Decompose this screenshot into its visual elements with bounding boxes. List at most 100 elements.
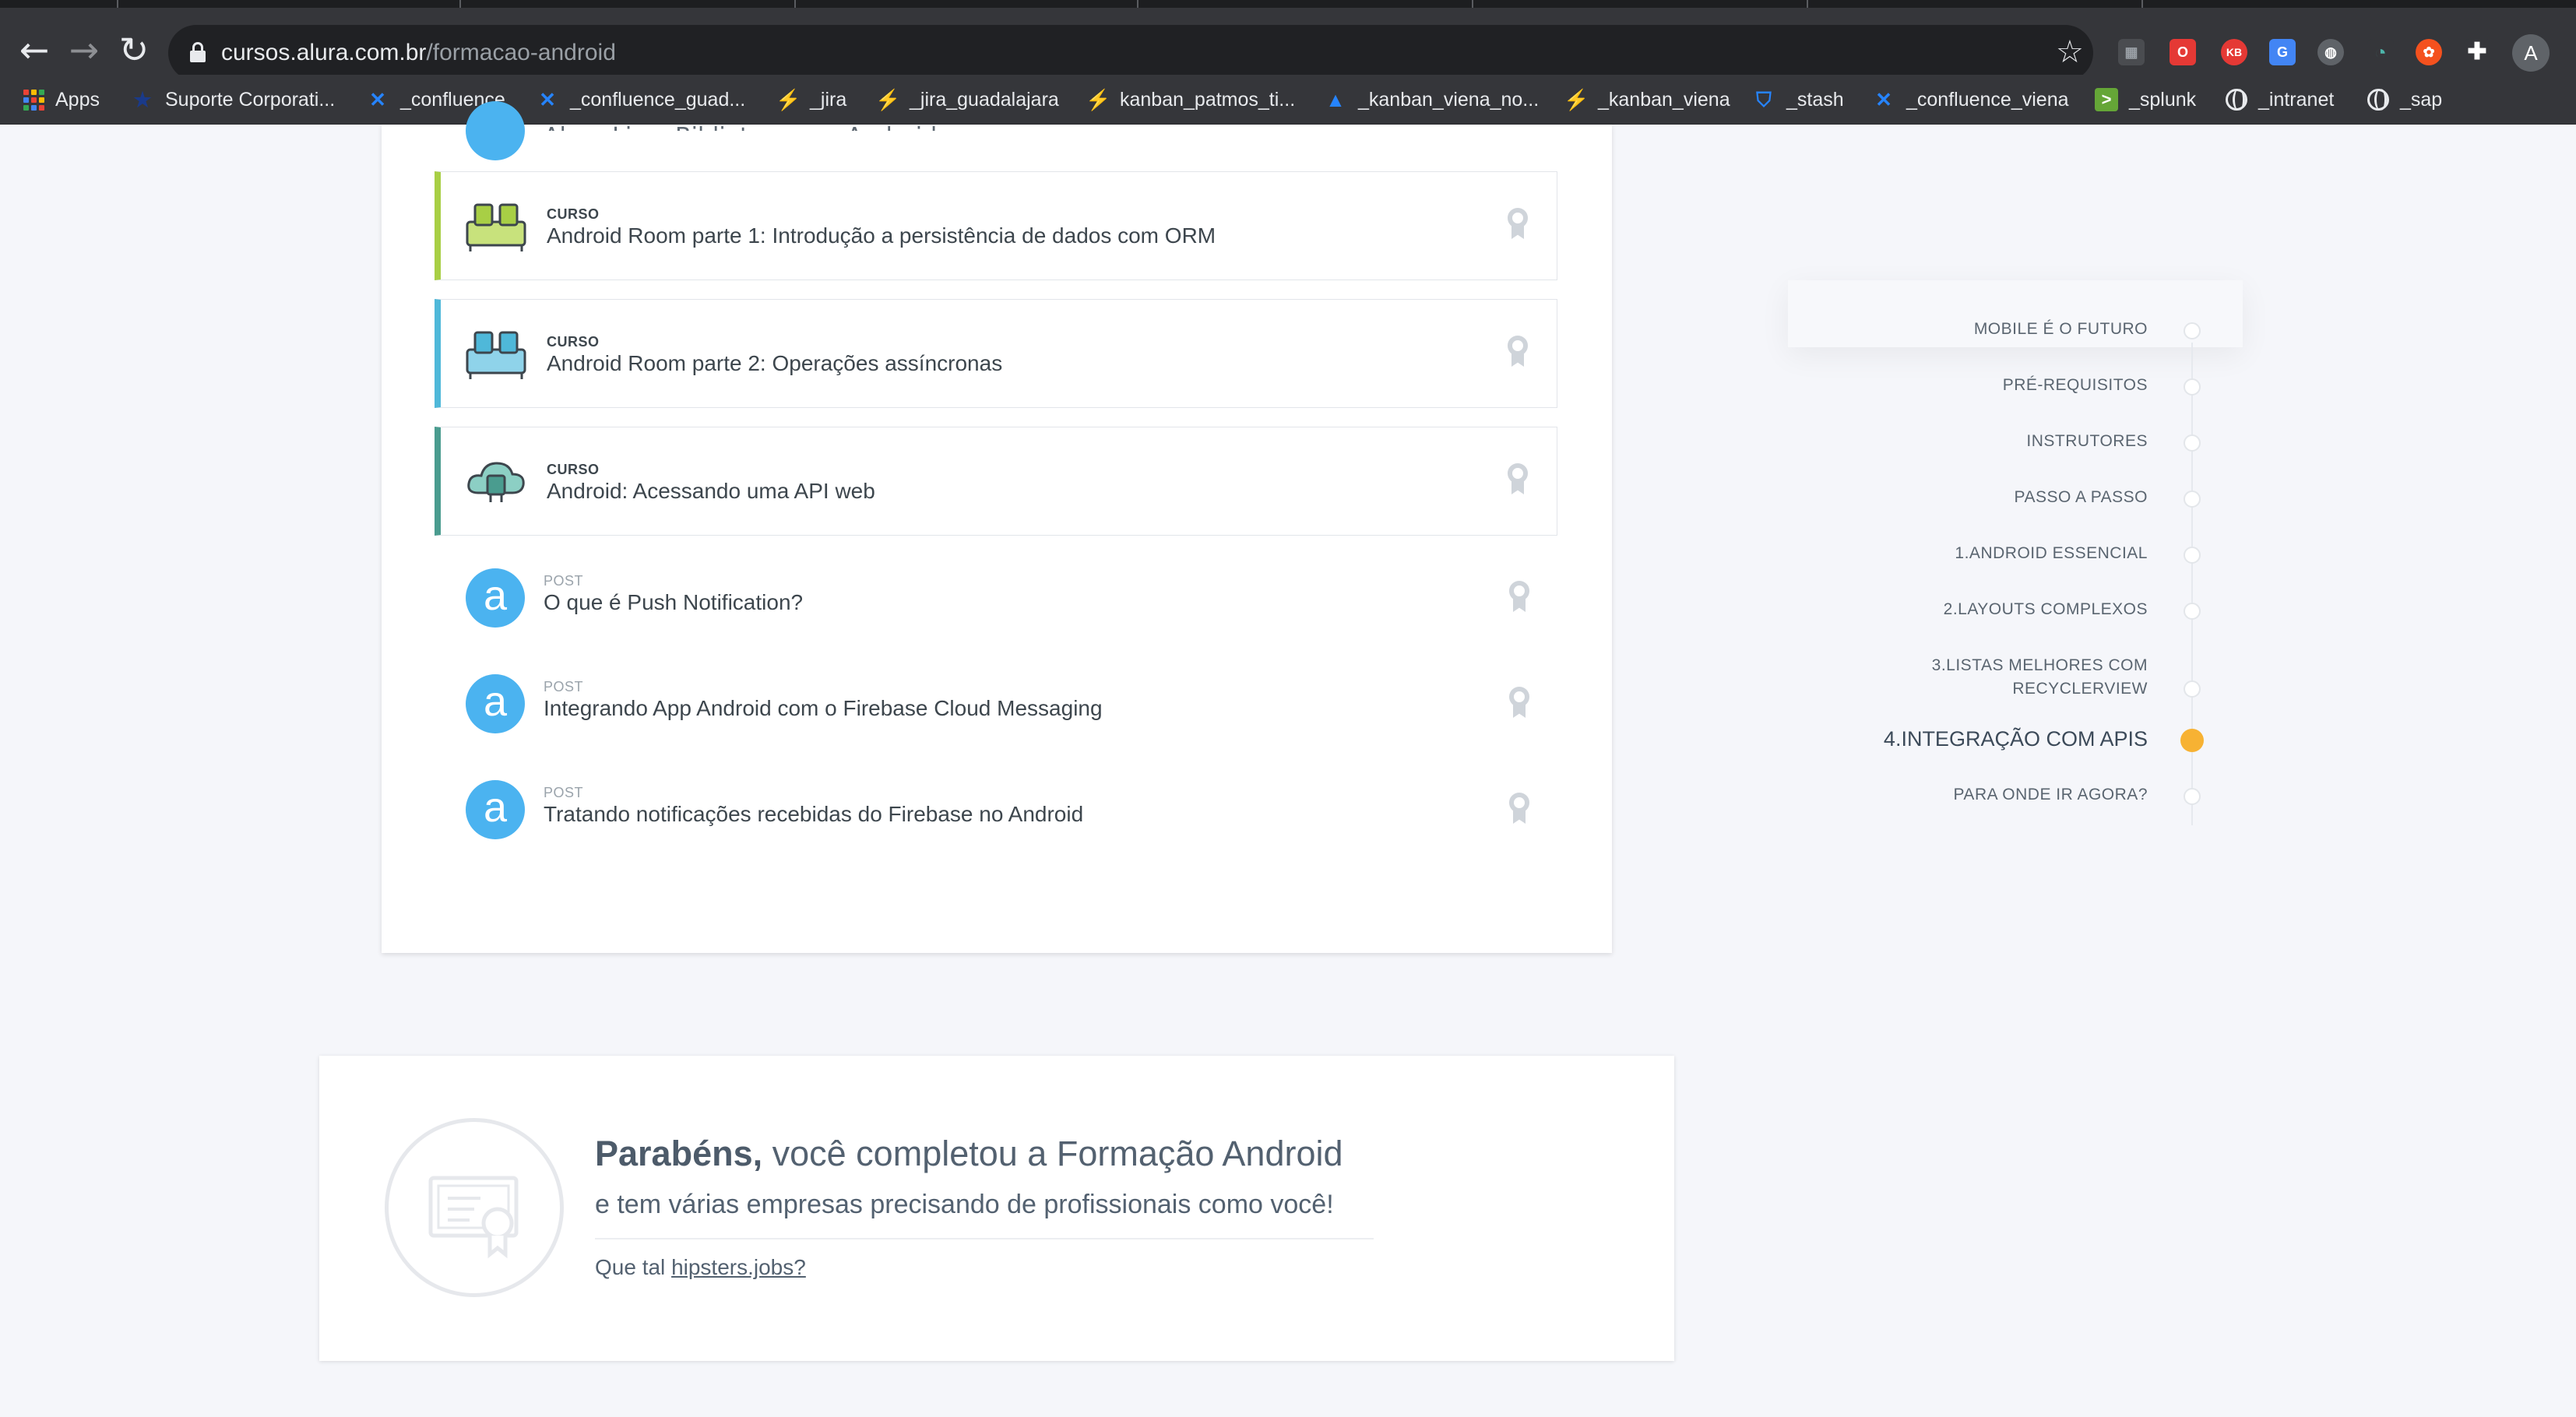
- timeline-dot[interactable]: [2184, 680, 2201, 698]
- url-text[interactable]: cursos.alura.com.br/formacao-android: [221, 37, 616, 69]
- course-item[interactable]: CURSO Android: Acessando uma API web: [435, 427, 1557, 536]
- bookmark-intranet[interactable]: _intranet: [2226, 86, 2334, 114]
- item-kind: CURSO: [547, 462, 600, 477]
- globe-icon: [2367, 89, 2389, 111]
- timeline-item-label-line2: RECYCLERVIEW: [2012, 680, 2148, 698]
- item-kind: CURSO: [547, 206, 600, 222]
- congrats-title: Parabéns, você completou a Formação Andr…: [595, 1134, 1343, 1174]
- hipsters-jobs-link[interactable]: hipsters.jobs?: [671, 1255, 806, 1279]
- alura-logo-icon: [466, 101, 525, 160]
- timeline-item-passo-a-passo[interactable]: PASSO A PASSO: [2015, 486, 2148, 509]
- timeline-dot[interactable]: [2184, 547, 2201, 564]
- item-kind: POST: [544, 785, 584, 800]
- tab-strip: [0, 0, 2576, 8]
- translate-extension-icon[interactable]: G: [2269, 39, 2296, 65]
- certificate-icon: [385, 1118, 564, 1297]
- back-button-icon[interactable]: ←: [9, 25, 59, 75]
- medal-icon: [1508, 208, 1528, 242]
- jira-icon: ⚡: [875, 88, 901, 111]
- timeline-item-pre-requisitos[interactable]: PRÉ-REQUISITOS: [2003, 374, 2148, 397]
- jira-icon: ⚡: [1086, 88, 1111, 111]
- world-extension-icon[interactable]: ◍: [2317, 39, 2344, 65]
- item-kind: POST: [544, 573, 584, 589]
- congratulations-card: Parabéns, você completou a Formação Andr…: [319, 1056, 1674, 1361]
- opera-extension-icon[interactable]: O: [2170, 39, 2196, 65]
- post-item[interactable]: a POST O que é Push Notification?: [466, 568, 1540, 646]
- bookmark-label: _jira_guadalajara: [910, 88, 1059, 111]
- bookmark-apps[interactable]: Apps: [23, 86, 100, 114]
- tab-separator: [794, 0, 796, 8]
- android-room-course-icon: [466, 203, 526, 251]
- puzzle-extensions-icon[interactable]: ✚: [2464, 39, 2490, 65]
- bookmark-kanban-viena[interactable]: ⚡ _kanban_viena: [1564, 86, 1730, 114]
- timeline-dot[interactable]: [2184, 788, 2201, 805]
- bookmark-label: _jira: [810, 88, 847, 111]
- item-title: Android: Acessando uma API web: [547, 479, 875, 503]
- url-host: cursos.alura.com.br: [221, 40, 427, 65]
- bookmark-star-icon[interactable]: ☆: [2056, 33, 2084, 72]
- bookmark-label: _splunk: [2129, 88, 2197, 111]
- timeline-item-integracao-apis[interactable]: 4.INTEGRAÇÃO COM APIS: [1884, 727, 2148, 751]
- lock-icon[interactable]: [190, 42, 206, 62]
- bookmark-jira-guadalajara[interactable]: ⚡ _jira_guadalajara: [875, 86, 1059, 114]
- profile-avatar[interactable]: A: [2512, 34, 2550, 72]
- timeline-item-mobile-futuro[interactable]: MOBILE É O FUTURO: [1974, 318, 2148, 341]
- orange-extension-icon[interactable]: ✿: [2416, 39, 2442, 65]
- congrats-title-rest: você completou a Formação Android: [762, 1134, 1343, 1173]
- medal-icon: [1509, 687, 1529, 721]
- forward-button-icon[interactable]: →: [59, 25, 109, 75]
- bookmark-kanban-viena-no[interactable]: ▲ _kanban_viena_no...: [1324, 86, 1539, 114]
- timeline-dot[interactable]: [2184, 490, 2201, 508]
- search-extension-icon[interactable]: ◔: [2367, 39, 2394, 65]
- bookmark-label: _kanban_viena_no...: [1358, 88, 1540, 111]
- congrats-jobs-prompt: Que tal hipsters.jobs?: [595, 1255, 806, 1280]
- item-kind: CURSO: [547, 334, 600, 350]
- jira-icon: ⚡: [776, 88, 801, 111]
- alura-logo-icon: a: [466, 674, 525, 733]
- certificate-drawing: [428, 1176, 519, 1259]
- bookmark-confluence-viena[interactable]: ✕ _confluence_viena: [1872, 86, 2068, 114]
- timeline-item-android-essencial[interactable]: 1.ANDROID ESSENCIAL: [1955, 542, 2148, 565]
- timeline-item-instrutores[interactable]: INSTRUTORES: [2026, 430, 2148, 453]
- bookmark-label: Suporte Corporati...: [165, 88, 336, 111]
- kb-extension-icon[interactable]: KB: [2221, 39, 2247, 65]
- url-path: /formacao-android: [426, 40, 616, 65]
- formation-timeline-nav: MOBILE É O FUTURO PRÉ-REQUISITOS INSTRUT…: [1788, 280, 2243, 997]
- timeline-dot[interactable]: [2184, 603, 2201, 620]
- timeline-item-listas-recyclerview[interactable]: 3.LISTAS MELHORES COM RECYCLERVIEW: [1932, 654, 2148, 701]
- item-kind: POST: [544, 679, 584, 694]
- bookmark-confluence-guad[interactable]: ✕ _confluence_guad...: [536, 86, 745, 114]
- clipped-item-title: Alura Live: Bibliotecas no Android: [544, 123, 937, 131]
- course-item[interactable]: CURSO Android Room parte 1: Introdução a…: [435, 171, 1557, 280]
- timeline-dot-active[interactable]: [2180, 729, 2204, 752]
- extension-icon[interactable]: ▦: [2118, 39, 2145, 65]
- post-item[interactable]: a POST Tratando notificações recebidas d…: [466, 780, 1540, 858]
- tab-separator: [459, 0, 461, 8]
- post-item[interactable]: a POST Integrando App Android com o Fire…: [466, 674, 1540, 752]
- item-title: Integrando App Android com o Firebase Cl…: [544, 696, 1103, 720]
- timeline-dot[interactable]: [2184, 434, 2201, 452]
- bookmark-splunk[interactable]: > _splunk: [2095, 86, 2196, 114]
- timeline-item-para-onde-ir[interactable]: PARA ONDE IR AGORA?: [1953, 783, 2148, 807]
- android-api-cloud-course-icon: [467, 462, 525, 502]
- globe-icon: [2226, 89, 2247, 111]
- bookmark-jira[interactable]: ⚡ _jira: [776, 86, 846, 114]
- tab-separator: [117, 0, 118, 8]
- bookmark-label: kanban_patmos_ti...: [1120, 88, 1296, 111]
- course-item[interactable]: CURSO Android Room parte 2: Operações as…: [435, 299, 1557, 408]
- timeline-item-layouts-complexos[interactable]: 2.LAYOUTS COMPLEXOS: [1944, 598, 2148, 621]
- stash-icon: ⛉: [1756, 88, 1772, 111]
- confluence-icon: ✕: [539, 88, 556, 111]
- medal-icon: [1508, 463, 1528, 498]
- timeline-dot[interactable]: [2184, 322, 2201, 339]
- timeline-dot[interactable]: [2184, 378, 2201, 396]
- item-title: Android Room parte 1: Introdução a persi…: [547, 223, 1216, 248]
- bookmark-kanban-patmos[interactable]: ⚡ kanban_patmos_ti...: [1086, 86, 1295, 114]
- item-title: Tratando notificações recebidas do Fireb…: [544, 802, 1084, 826]
- bookmark-stash[interactable]: ⛉ _stash: [1752, 86, 1843, 114]
- clipped-list-item[interactable]: Alura Live: Bibliotecas no Android: [544, 123, 937, 131]
- bookmark-suporte[interactable]: ★ Suporte Corporati...: [131, 86, 335, 114]
- bookmark-sap[interactable]: _sap: [2367, 86, 2442, 114]
- tab-separator: [1137, 0, 1138, 8]
- reload-button-icon[interactable]: ↻: [109, 25, 159, 75]
